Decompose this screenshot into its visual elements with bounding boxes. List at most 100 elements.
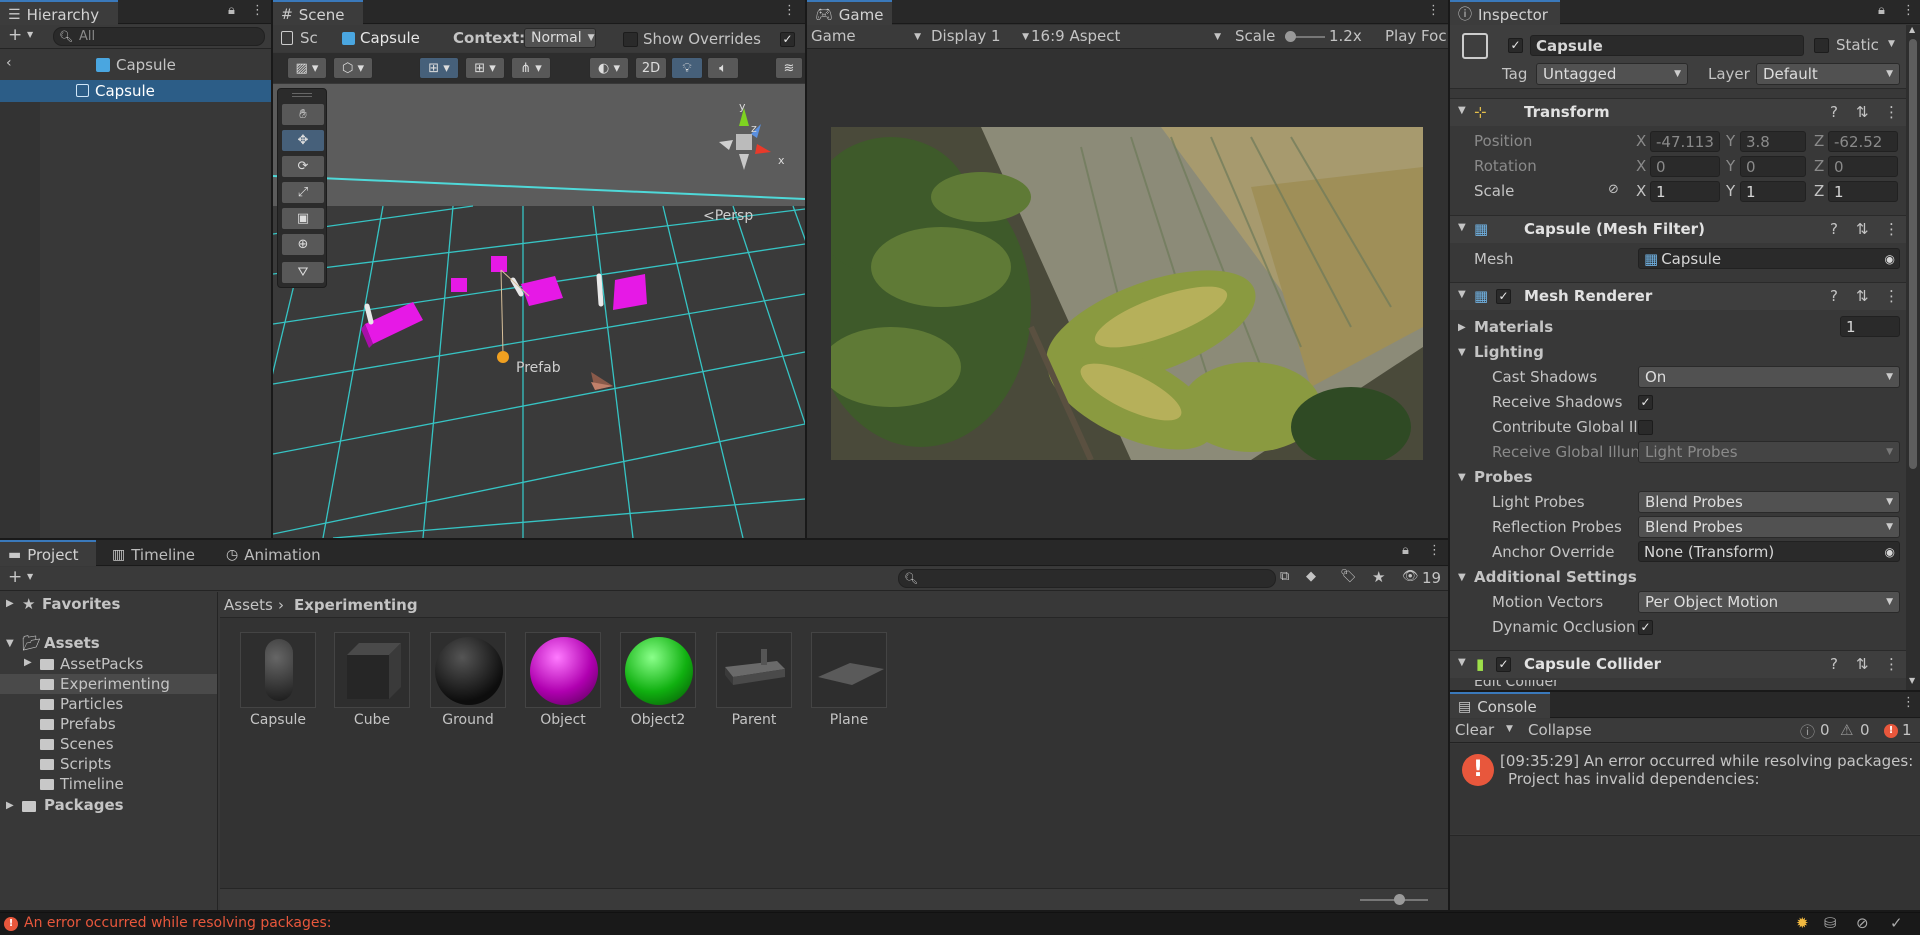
render-mode-button[interactable]: ⬡ ▾ <box>333 57 373 79</box>
position-z-field[interactable]: -62.52 <box>1828 131 1898 152</box>
add-icon[interactable]: + <box>8 27 22 44</box>
lock-icon[interactable]: 🔒︎ <box>1402 543 1409 558</box>
dynamic-occlusion-checkbox[interactable]: ✓ <box>1638 620 1653 635</box>
shading-button[interactable]: ◐ ▾ <box>589 57 629 79</box>
orientation-gizmo[interactable] <box>699 100 789 190</box>
tree-item-assetpacks[interactable]: ▶ AssetPacks <box>0 654 217 674</box>
help-icon[interactable]: ? <box>1830 220 1838 238</box>
grid-snap-button[interactable]: ⊞ ▾ <box>419 57 459 79</box>
assets-label[interactable]: Assets <box>44 634 100 652</box>
foldout-arrow-icon[interactable]: ▶ <box>1458 322 1466 333</box>
icon-size-slider-thumb[interactable] <box>1394 894 1405 905</box>
additional-settings-label[interactable]: Additional Settings <box>1474 568 1637 586</box>
hidden-packages-icon[interactable]: 👁︎ <box>1402 569 1419 584</box>
materials-count-field[interactable]: 1 <box>1840 316 1900 337</box>
tree-item-scenes[interactable]: Scenes <box>0 734 217 754</box>
back-chevron-icon[interactable]: ‹ <box>6 56 12 70</box>
tag-dropdown[interactable]: Untagged ▼ <box>1536 63 1688 85</box>
asset-object[interactable]: Object <box>523 632 603 732</box>
scene-viewport[interactable]: Prefab y z x <Persp ✋︎ ✥ ⟳ ⤢ ▣ ⊕ ⛛ <box>273 84 805 538</box>
cache-server-icon[interactable]: ⛁ <box>1824 914 1837 932</box>
foldout-arrow-icon[interactable]: ▼ <box>1458 347 1466 358</box>
tree-item-scripts[interactable]: Scripts <box>0 754 217 774</box>
clear-button[interactable]: Clear <box>1455 721 1494 739</box>
inspector-scrollbar-thumb[interactable] <box>1909 39 1917 469</box>
filter-by-label-icon[interactable]: 🏷︎ <box>1340 569 1357 584</box>
info-filter-icon[interactable]: ⓘ <box>1800 721 1815 742</box>
status-message[interactable]: An error occurred while resolving packag… <box>24 915 331 931</box>
mesh-filter-header[interactable]: ▼ ▦ Capsule (Mesh Filter) ? ⇅ ⋮ <box>1450 215 1906 243</box>
tab-animation[interactable]: ◷ Animation <box>218 540 328 566</box>
active-checkbox[interactable]: ✓ <box>1508 38 1523 53</box>
lighting-label[interactable]: Lighting <box>1474 343 1544 361</box>
menu-dots-icon[interactable]: ⋮ <box>1902 695 1915 710</box>
project-search-input[interactable]: 🔍︎ <box>898 569 1276 588</box>
packages-label[interactable]: Packages <box>44 796 124 814</box>
asset-object2[interactable]: Object2 <box>618 632 698 732</box>
asset-plane[interactable]: Plane <box>809 632 889 732</box>
chevron-down-icon[interactable]: ▼ <box>27 31 33 39</box>
capsule-collider-header[interactable]: ▼ ▮ ✓ Capsule Collider ? ⇅ ⋮ <box>1450 650 1906 678</box>
tree-item-particles[interactable]: Particles <box>0 694 217 714</box>
breadcrumb-experimenting[interactable]: Experimenting <box>294 596 418 614</box>
tree-item-experimenting[interactable]: Experimenting <box>0 674 217 694</box>
show-overrides-checkbox[interactable] <box>623 32 638 47</box>
foldout-arrow-icon[interactable]: ▼ <box>6 638 14 649</box>
rect-tool-button[interactable]: ▣ <box>281 207 325 230</box>
projection-label[interactable]: <Persp <box>703 208 753 224</box>
clear-options-chevron-icon[interactable]: ▼ <box>1506 724 1513 734</box>
tab-timeline[interactable]: ▥ Timeline <box>104 540 204 566</box>
custom-tool-button[interactable]: ⛛ <box>281 261 325 284</box>
asset-cube[interactable]: Cube <box>332 632 412 732</box>
warning-filter-icon[interactable]: ⚠︎ <box>1840 721 1853 739</box>
rotate-tool-button[interactable]: ⟳ <box>281 155 325 178</box>
scale-y-field[interactable]: 1 <box>1740 181 1806 202</box>
favorites-star-icon[interactable]: ★ <box>1372 568 1385 586</box>
add-icon[interactable]: + <box>8 569 22 586</box>
context-dropdown[interactable]: Normal ▼ <box>524 28 596 48</box>
asset-ground[interactable]: Ground <box>428 632 508 732</box>
scale-slider-thumb[interactable] <box>1285 31 1296 42</box>
presets-icon[interactable]: ⇅ <box>1856 103 1869 121</box>
move-tool-button[interactable]: ✥ <box>281 129 325 152</box>
constrain-proportions-icon[interactable]: ⊘ <box>1608 182 1619 197</box>
error-filter-icon[interactable]: ! <box>1884 724 1898 738</box>
tab-console[interactable]: ▤ Console <box>1450 692 1550 718</box>
tree-item-timeline[interactable]: Timeline <box>0 774 217 794</box>
menu-dots-icon[interactable]: ⋮ <box>1902 3 1915 18</box>
object-picker-icon[interactable]: ◉ <box>1885 252 1895 266</box>
console-log-entry[interactable]: ! [09:35:29] An error occurred while res… <box>1450 744 1920 834</box>
lock-icon[interactable]: 🔒︎ <box>228 3 235 18</box>
chevron-down-icon[interactable]: ▼ <box>27 573 33 581</box>
draw-mode-button[interactable]: ▨ ▾ <box>287 57 327 79</box>
foldout-arrow-icon[interactable]: ▼ <box>1458 472 1466 483</box>
tab-hierarchy[interactable]: ☰ Hierarchy <box>0 0 118 25</box>
probes-label[interactable]: Probes <box>1474 468 1533 486</box>
tab-project[interactable]: ▬ Project <box>0 540 96 566</box>
breadcrumb-assets[interactable]: Assets <box>224 596 273 614</box>
scale-tool-button[interactable]: ⤢ <box>281 181 325 204</box>
motion-vectors-dropdown[interactable]: Per Object Motion ▼ <box>1638 591 1900 613</box>
receive-shadows-checkbox[interactable]: ✓ <box>1638 395 1653 410</box>
game-mode-dropdown[interactable]: Game ▼ <box>811 27 921 45</box>
mesh-renderer-enabled-checkbox[interactable]: ✓ <box>1496 289 1511 304</box>
rotation-y-field[interactable]: 0 <box>1740 156 1806 177</box>
filter-by-type-icon[interactable]: ◆ <box>1306 569 1316 584</box>
position-y-field[interactable]: 3.8 <box>1740 131 1806 152</box>
icon-size-slider[interactable] <box>1360 894 1428 905</box>
asset-parent[interactable]: Parent <box>714 632 794 732</box>
presets-icon[interactable]: ⇅ <box>1856 655 1869 673</box>
rotation-z-field[interactable]: 0 <box>1828 156 1898 177</box>
scroll-up-icon[interactable]: ▲ <box>1909 25 1915 34</box>
menu-dots-icon[interactable]: ⋮ <box>1884 220 1899 238</box>
checkmark-icon[interactable]: ✓ <box>1890 914 1903 932</box>
contribute-gi-checkbox[interactable] <box>1638 420 1653 435</box>
presets-icon[interactable]: ⇅ <box>1856 287 1869 305</box>
aspect-dropdown[interactable]: 16:9 Aspect ▼ <box>1031 27 1221 45</box>
reflection-probes-dropdown[interactable]: Blend Probes ▼ <box>1638 516 1900 538</box>
anchor-override-field[interactable]: None (Transform) ◉ <box>1638 541 1900 562</box>
snap-increment-button[interactable]: ⊞ ▾ <box>465 57 505 79</box>
menu-dots-icon[interactable]: ⋮ <box>1427 3 1440 18</box>
help-icon[interactable]: ? <box>1830 287 1838 305</box>
transform-tool-button[interactable]: ⊕ <box>281 233 325 256</box>
